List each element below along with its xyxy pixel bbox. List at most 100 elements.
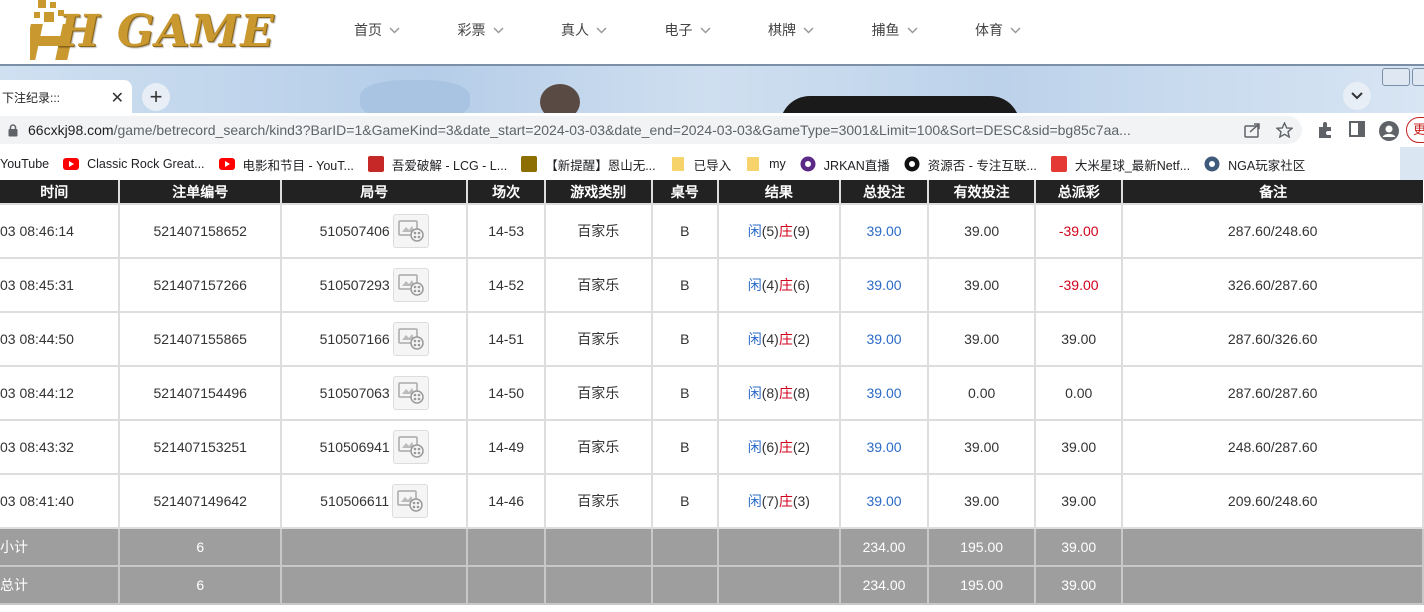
site-logo[interactable]: H GAME — [30, 0, 300, 62]
banker-score: (8) — [792, 385, 810, 401]
youtube-icon — [218, 156, 235, 172]
player-label: 闲 — [747, 331, 762, 347]
bet-time-cell: 03 08:46:14 — [0, 203, 121, 259]
profile-menu-button[interactable]: 更 — [1406, 117, 1424, 143]
order-number-cell: 521407149642 — [118, 473, 283, 529]
note-cell: 287.60/287.60 — [1121, 365, 1424, 421]
url-text[interactable]: 66cxkj98.com/game/betrecord_search/kind3… — [28, 122, 1131, 138]
replay-video-button[interactable] — [392, 268, 429, 302]
player-score: (5) — [761, 223, 779, 239]
total-bet-cell: 39.00 — [838, 419, 930, 475]
nav-item[interactable]: 首页 — [354, 20, 458, 40]
chevron-down-icon — [803, 26, 814, 34]
banker-label: 庄 — [778, 385, 793, 401]
player-label: 闲 — [747, 223, 762, 239]
bet-time-cell: 03 08:43:32 — [0, 419, 121, 475]
browser-tab[interactable]: 下注纪录::: ✕ — [0, 80, 132, 114]
empty-cell — [716, 527, 841, 567]
share-icon[interactable] — [1244, 122, 1262, 138]
table-number-cell: B — [650, 365, 719, 421]
new-tab-button[interactable]: + — [142, 83, 170, 111]
total-row: 总计 6 234.00 195.00 39.00 — [0, 565, 1424, 605]
bookmark-item[interactable]: 吾爱破解 - LCG - L... — [367, 155, 507, 174]
nav-item[interactable]: 彩票 — [458, 20, 562, 40]
replay-video-button[interactable] — [392, 322, 429, 356]
chevron-down-icon — [492, 26, 504, 34]
bookmark-item[interactable]: JRKAN直播 — [800, 155, 890, 174]
nga-icon — [1204, 156, 1220, 172]
player-score: (6) — [761, 439, 779, 455]
session-cell: 14-46 — [466, 473, 546, 529]
subtotal-row: 小计 6 234.00 195.00 39.00 — [0, 527, 1424, 567]
omnibox[interactable]: 66cxkj98.com/game/betrecord_search/kind3… — [0, 116, 1302, 144]
bookmark-item[interactable]: 资源否 - 专注互联... — [904, 155, 1037, 174]
extensions-icon[interactable] — [1316, 121, 1334, 139]
bookmark-item[interactable]: YouTube — [0, 156, 49, 172]
summary-bet-cell: 234.00 — [838, 565, 930, 605]
bet-time-cell: 03 08:44:12 — [0, 365, 121, 421]
nav-item[interactable]: 体育 — [975, 20, 1079, 40]
note-cell: 326.60/287.60 — [1121, 257, 1424, 313]
round-number: 510506611 — [320, 484, 429, 518]
column-header: 时间 — [0, 180, 120, 204]
payout-cell: 39.00 — [1034, 419, 1124, 475]
replay-video-button[interactable] — [392, 484, 429, 518]
note-cell: 248.60/287.60 — [1121, 419, 1424, 475]
bookmark-item[interactable]: my — [745, 156, 786, 172]
replay-video-button[interactable] — [392, 214, 429, 248]
profile-avatar-icon[interactable] — [1379, 121, 1399, 141]
banker-score: (9) — [792, 223, 810, 239]
youtube-icon — [63, 156, 80, 172]
round-number-cell: 510507406 — [280, 203, 469, 259]
round-number-text: 510507293 — [319, 277, 390, 293]
nav-item-label: 捕鱼 — [871, 22, 900, 38]
bookmark-item[interactable]: 已导入 — [670, 155, 731, 174]
bet-record-table: 时间 注单编号 局号 场次 游戏类别 桌号 结果 总投注 有效投注 总派彩 备注 03 08:46:… — [0, 180, 1424, 605]
tab-search-button[interactable] — [1343, 82, 1371, 110]
total-bet-cell: 39.00 — [838, 311, 930, 367]
side-panel-icon[interactable] — [1349, 121, 1365, 137]
column-header: 桌号 — [650, 180, 718, 204]
empty-cell — [280, 565, 469, 605]
restore-window-button[interactable] — [1412, 68, 1424, 86]
nav-item-label: 真人 — [561, 22, 589, 38]
empty-cell — [650, 527, 719, 567]
bookmark-item[interactable]: 大米星球_最新Netf... — [1050, 155, 1190, 174]
jrkan-icon — [800, 156, 816, 172]
bookmark-item[interactable]: NGA玩家社区 — [1204, 155, 1305, 174]
table-row: 03 08:44:50 521407155865 510507166 14-51 百家乐… — [0, 311, 1424, 367]
round-number-text: 510507063 — [319, 385, 390, 401]
lock-icon[interactable] — [8, 124, 18, 137]
player-score: (7) — [761, 493, 779, 509]
bookmark-label: 【新提醒】恩山无... — [545, 158, 656, 173]
table-row: 03 08:41:40 521407149642 510506611 14-46 百家乐… — [0, 473, 1424, 529]
banker-score: (2) — [792, 331, 810, 347]
nav-item[interactable]: 真人 — [561, 20, 665, 40]
tab-close-icon[interactable]: ✕ — [111, 88, 124, 108]
nav-item[interactable]: 棋牌 — [768, 20, 872, 40]
nav-item[interactable]: 电子 — [665, 20, 769, 40]
payout-cell: 39.00 — [1034, 311, 1124, 367]
table-number-cell: B — [650, 257, 719, 313]
valid-bet-cell: 39.00 — [927, 419, 1037, 475]
replay-video-button[interactable] — [392, 430, 429, 464]
bookmark-star-icon[interactable] — [1276, 122, 1293, 138]
column-header: 局号 — [280, 180, 468, 204]
result-cell: 闲(5)庄(9) — [716, 203, 841, 259]
bookmark-label: Classic Rock Great... — [87, 157, 205, 171]
empty-cell — [543, 527, 653, 567]
bookmark-item[interactable]: 电影和节目 - YouT... — [218, 155, 354, 174]
round-number-text: 510506941 — [319, 439, 390, 455]
table-number-cell: B — [650, 419, 719, 475]
replay-video-button[interactable] — [392, 376, 429, 410]
player-score: (4) — [761, 331, 779, 347]
minimize-window-button[interactable] — [1382, 68, 1410, 86]
bookmark-item[interactable]: Classic Rock Great... — [63, 156, 205, 172]
order-number-cell: 521407154496 — [118, 365, 283, 421]
round-number: 510507406 — [320, 214, 429, 248]
bet-time-cell: 03 08:44:50 — [0, 311, 121, 367]
bookmark-item[interactable]: 【新提醒】恩山无... — [521, 155, 656, 174]
dami-icon — [1050, 156, 1067, 172]
nav-item[interactable]: 捕鱼 — [872, 20, 976, 40]
chevron-down-icon — [1010, 26, 1021, 34]
